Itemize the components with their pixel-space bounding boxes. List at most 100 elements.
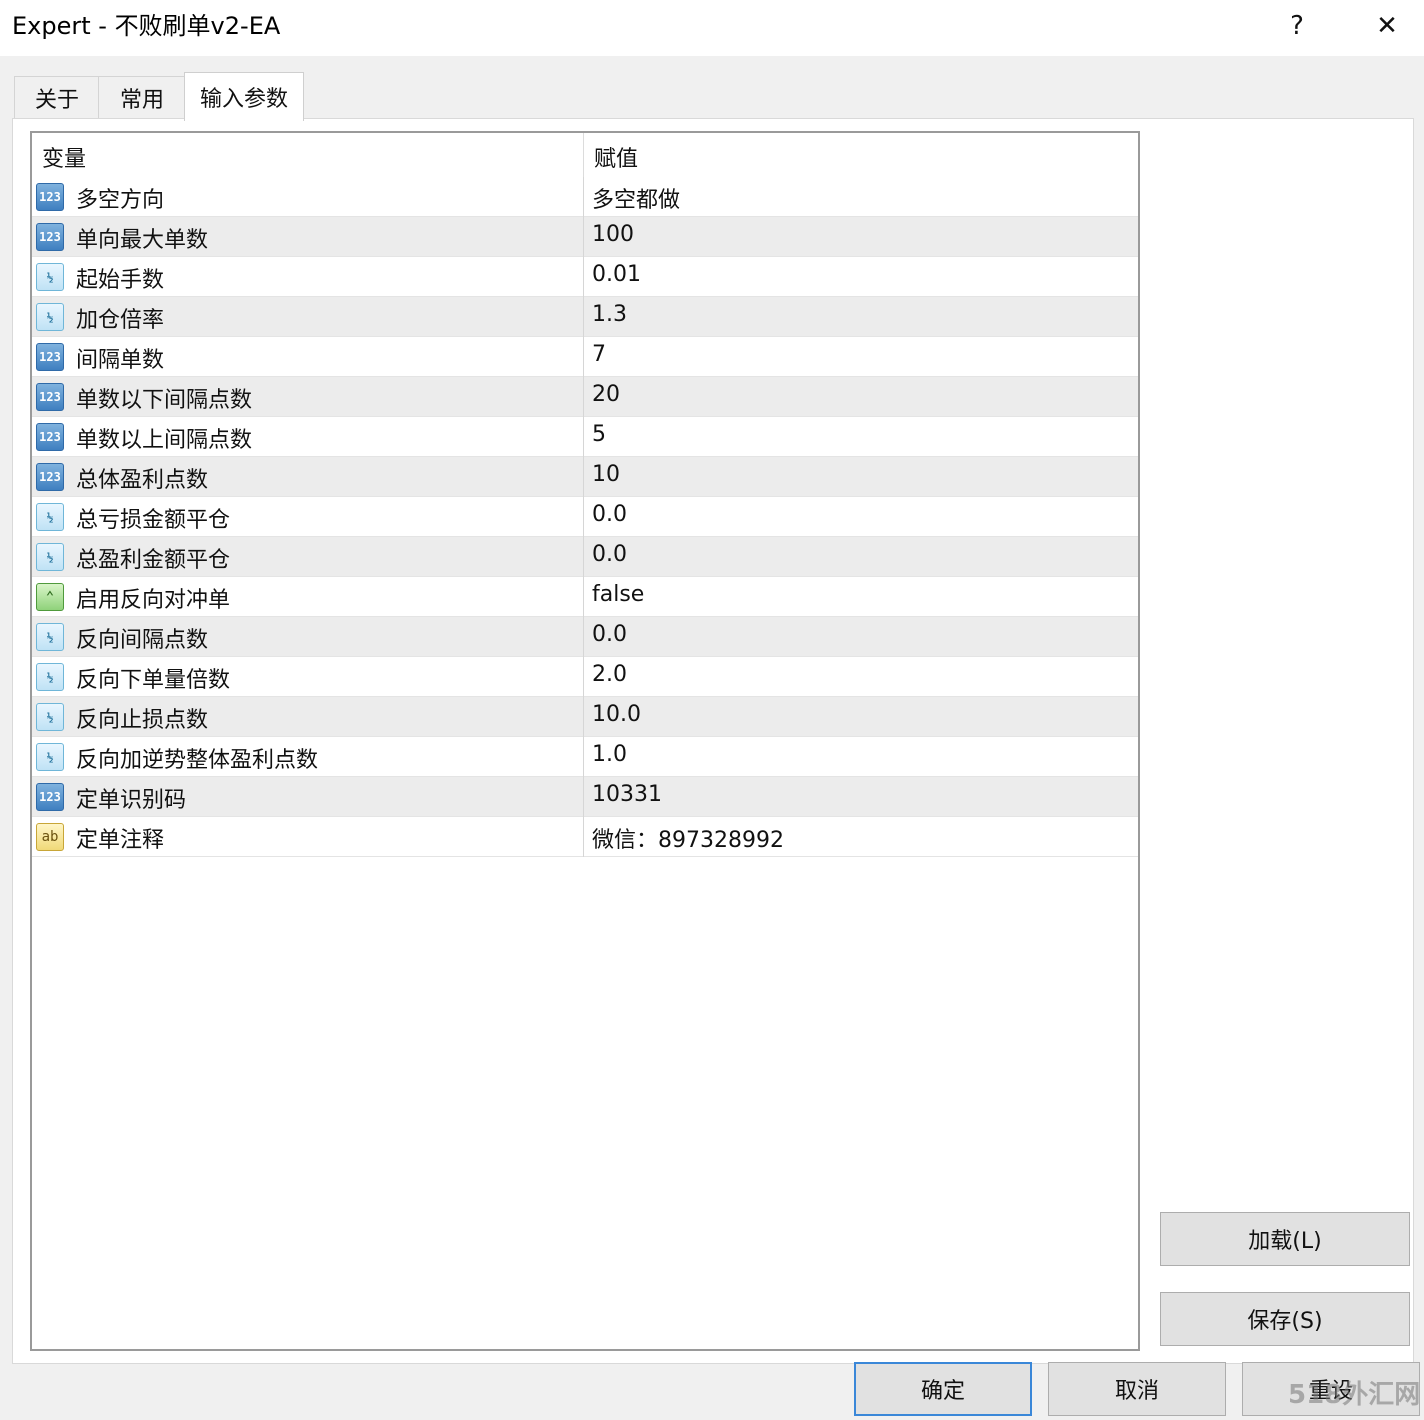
parameter-name: 反向加逆势整体盈利点数 xyxy=(76,748,319,773)
column-header-value[interactable]: 赋值 xyxy=(594,141,638,173)
parameter-name: 单数以下间隔点数 xyxy=(76,388,253,413)
table-row[interactable]: ½ 反向加逆势整体盈利点数 1.0 xyxy=(32,737,1138,777)
table-row[interactable]: 123 多空方向 多空都做 xyxy=(32,177,1138,217)
parameters-grid: 变量 赋值 123 多空方向 多空都做 123 单向最大单数 100 ½ 起始手数 0.01 ½ 加… xyxy=(30,131,1140,1351)
parameter-value[interactable]: 0.0 xyxy=(592,502,627,527)
parameter-value[interactable]: 0.0 xyxy=(592,622,627,647)
parameter-name: 反向止损点数 xyxy=(76,708,209,733)
table-row[interactable]: ½ 起始手数 0.01 xyxy=(32,257,1138,297)
double-icon: ½ xyxy=(36,743,64,771)
double-icon: ½ xyxy=(36,623,64,651)
cell-divider xyxy=(583,457,584,497)
tab-common[interactable]: 常用 xyxy=(98,76,186,119)
double-icon: ½ xyxy=(36,543,64,571)
int-icon: 123 xyxy=(36,223,64,251)
parameter-value[interactable]: 5 xyxy=(592,422,606,447)
cell-divider xyxy=(583,817,584,857)
table-row[interactable]: 123 定单识别码 10331 xyxy=(32,777,1138,817)
int-icon: 123 xyxy=(36,783,64,811)
tab-strip: 关于 常用 输入参数 xyxy=(12,72,1412,121)
parameter-name: 单向最大单数 xyxy=(76,228,209,253)
double-icon: ½ xyxy=(36,503,64,531)
parameter-value[interactable]: 0.0 xyxy=(592,542,627,567)
cancel-button[interactable]: 取消 xyxy=(1048,1362,1226,1416)
cell-divider xyxy=(583,337,584,377)
title-bar: Expert - 不败刷单v2-EA ? ✕ xyxy=(0,0,1424,56)
table-row[interactable]: ½ 反向间隔点数 0.0 xyxy=(32,617,1138,657)
close-button[interactable]: ✕ xyxy=(1360,4,1414,48)
cell-divider xyxy=(583,577,584,617)
parameter-value[interactable]: 微信：897328992 xyxy=(592,822,784,854)
table-row[interactable]: ½ 加仓倍率 1.3 xyxy=(32,297,1138,337)
string-icon: ab xyxy=(36,823,64,851)
double-icon: ½ xyxy=(36,663,64,691)
tab-about[interactable]: 关于 xyxy=(14,76,100,119)
parameter-name: 总体盈利点数 xyxy=(76,468,209,493)
cell-divider xyxy=(583,217,584,257)
cell-divider xyxy=(583,177,584,217)
parameter-name: 总盈利金额平仓 xyxy=(76,548,231,573)
parameter-value[interactable]: 10.0 xyxy=(592,702,641,727)
parameter-name: 单数以上间隔点数 xyxy=(76,428,253,453)
table-row[interactable]: 123 单数以上间隔点数 5 xyxy=(32,417,1138,457)
cell-divider xyxy=(583,697,584,737)
parameter-name: 总亏损金额平仓 xyxy=(76,508,231,533)
parameter-name: 起始手数 xyxy=(76,268,165,293)
cell-divider xyxy=(583,297,584,337)
parameter-value[interactable]: 10331 xyxy=(592,782,662,807)
parameter-value[interactable]: 100 xyxy=(592,222,634,247)
table-row[interactable]: 123 间隔单数 7 xyxy=(32,337,1138,377)
tab-inputs[interactable]: 输入参数 xyxy=(184,72,304,121)
cell-divider xyxy=(583,257,584,297)
grid-header: 变量 赋值 xyxy=(32,133,1138,177)
cell-divider xyxy=(583,537,584,577)
cell-divider xyxy=(583,497,584,537)
help-button[interactable]: ? xyxy=(1270,4,1324,48)
ok-button[interactable]: 确定 xyxy=(854,1362,1032,1416)
column-header-variable[interactable]: 变量 xyxy=(42,141,86,173)
int-icon: 123 xyxy=(36,343,64,371)
parameter-name: 定单识别码 xyxy=(76,788,187,813)
cell-divider xyxy=(583,737,584,777)
parameter-value[interactable]: 多空都做 xyxy=(592,182,680,214)
parameter-value[interactable]: 2.0 xyxy=(592,662,627,687)
cell-divider xyxy=(583,777,584,817)
table-row[interactable]: ½ 总盈利金额平仓 0.0 xyxy=(32,537,1138,577)
int-icon: 123 xyxy=(36,423,64,451)
table-row[interactable]: 123 单向最大单数 100 xyxy=(32,217,1138,257)
double-icon: ½ xyxy=(36,263,64,291)
table-row[interactable]: ab 定单注释 微信：897328992 xyxy=(32,817,1138,857)
int-icon: 123 xyxy=(36,463,64,491)
table-row[interactable]: ½ 反向止损点数 10.0 xyxy=(32,697,1138,737)
parameter-value[interactable]: 10 xyxy=(592,462,620,487)
parameter-name: 启用反向对冲单 xyxy=(76,588,231,613)
table-row[interactable]: ⌃ 启用反向对冲单 false xyxy=(32,577,1138,617)
parameter-name: 反向间隔点数 xyxy=(76,628,209,653)
column-divider[interactable] xyxy=(583,133,584,177)
parameter-value[interactable]: 0.01 xyxy=(592,262,641,287)
load-button[interactable]: 加载(L) xyxy=(1160,1212,1410,1266)
parameter-value[interactable]: 1.3 xyxy=(592,302,627,327)
cell-divider xyxy=(583,657,584,697)
cell-divider xyxy=(583,377,584,417)
table-row[interactable]: ½ 总亏损金额平仓 0.0 xyxy=(32,497,1138,537)
int-icon: 123 xyxy=(36,183,64,211)
double-icon: ½ xyxy=(36,703,64,731)
parameter-value[interactable]: 7 xyxy=(592,342,606,367)
parameter-name: 反向下单量倍数 xyxy=(76,668,231,693)
window-title: Expert - 不败刷单v2-EA xyxy=(12,12,281,40)
parameter-name: 加仓倍率 xyxy=(76,308,165,333)
grid-rows: 123 多空方向 多空都做 123 单向最大单数 100 ½ 起始手数 0.01 ½ 加仓倍率 1.3… xyxy=(32,177,1138,857)
parameter-name: 多空方向 xyxy=(76,188,165,213)
parameter-value[interactable]: 20 xyxy=(592,382,620,407)
table-row[interactable]: 123 单数以下间隔点数 20 xyxy=(32,377,1138,417)
double-icon: ½ xyxy=(36,303,64,331)
table-row[interactable]: 123 总体盈利点数 10 xyxy=(32,457,1138,497)
table-row[interactable]: ½ 反向下单量倍数 2.0 xyxy=(32,657,1138,697)
parameter-value[interactable]: false xyxy=(592,582,644,607)
save-button[interactable]: 保存(S) xyxy=(1160,1292,1410,1346)
int-icon: 123 xyxy=(36,383,64,411)
reset-button[interactable]: 重设 xyxy=(1242,1362,1420,1416)
parameter-value[interactable]: 1.0 xyxy=(592,742,627,767)
parameter-name: 定单注释 xyxy=(76,828,165,853)
